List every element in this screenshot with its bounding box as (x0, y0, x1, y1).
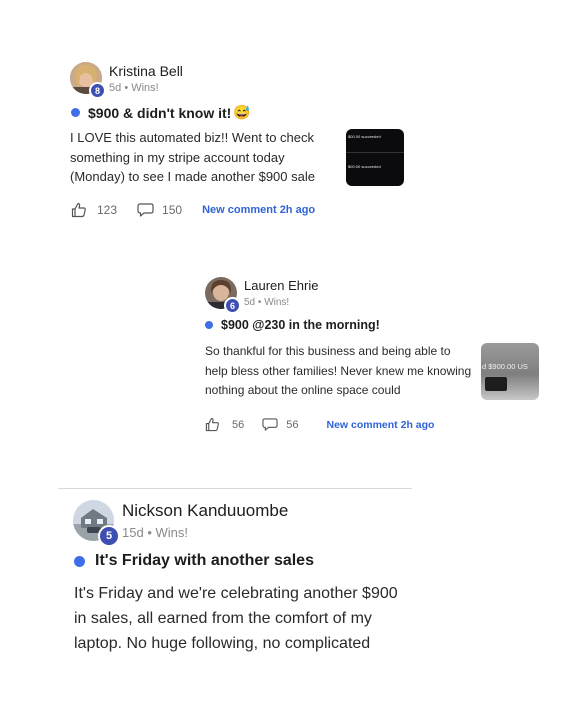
post-category[interactable]: Wins! (156, 525, 189, 540)
thumb-divider (346, 152, 404, 153)
like-count: 56 (232, 418, 245, 431)
divider (58, 488, 412, 489)
like-button[interactable]: 56 (205, 417, 260, 432)
avatar[interactable]: 8 (70, 62, 106, 99)
post-title-text: It's Friday with another sales (95, 552, 314, 569)
post-card-lauren-ehrie[interactable]: 6 Lauren Ehrie 5d • Wins! $900 @230 in t… (0, 240, 575, 450)
post-card-kristina-bell[interactable]: 8 Kristina Bell 5d • Wins! $900 & didn't… (0, 0, 575, 230)
post-title[interactable]: It's Friday with another sales (74, 552, 314, 570)
comment-icon (137, 203, 154, 217)
post-title-text: $900 & didn't know it! (88, 104, 232, 121)
post-thumbnail[interactable]: $00.00 succeeded $00.00 succeeded (346, 129, 404, 186)
like-count: 123 (97, 203, 118, 217)
post-title-text: $900 @230 in the morning! (221, 318, 380, 332)
separator: • (124, 82, 129, 94)
thumb-line: $00.00 succeeded (348, 134, 381, 139)
unread-dot (71, 108, 80, 117)
unread-dot (205, 321, 213, 329)
author-name[interactable]: Kristina Bell (109, 63, 183, 79)
post-actions: 56 56 New comment 2h ago (205, 417, 434, 432)
thumb-text: d $900.00 US (482, 362, 528, 371)
thumbs-up-icon (71, 202, 86, 218)
post-body[interactable]: It's Friday and we're celebrating anothe… (74, 581, 409, 656)
comment-button[interactable]: 56 (262, 417, 314, 432)
post-meta: 15d • Wins! (122, 525, 188, 540)
post-category[interactable]: Wins! (264, 297, 289, 308)
post-category[interactable]: Wins! (131, 82, 159, 94)
level-badge: 8 (89, 82, 106, 99)
post-thumbnail[interactable]: d $900.00 US (481, 343, 539, 400)
thumb-line: $00.00 succeeded (348, 164, 381, 169)
comment-count: 56 (286, 418, 299, 431)
new-comment-link[interactable]: New comment 2h ago (202, 204, 315, 216)
new-comment-link[interactable]: New comment 2h ago (327, 419, 435, 431)
separator: • (147, 525, 152, 540)
comment-icon (262, 418, 278, 431)
post-meta: 5d • Wins! (109, 82, 159, 94)
level-badge: 5 (98, 525, 120, 547)
sweat-smile-emoji: 😅 (233, 104, 251, 120)
avatar[interactable]: 5 (73, 500, 120, 547)
author-name[interactable]: Nickson Kanduuombe (122, 501, 288, 521)
avatar[interactable]: 6 (205, 277, 241, 314)
post-actions: 123 150 New comment 2h ago (71, 202, 315, 218)
separator: • (257, 297, 262, 308)
thumbs-up-icon (205, 417, 219, 432)
post-age: 5d (244, 297, 256, 308)
author-name[interactable]: Lauren Ehrie (244, 278, 318, 293)
unread-dot (74, 555, 85, 567)
post-title[interactable]: $900 @230 in the morning! (205, 318, 380, 332)
comment-button[interactable]: 150 (137, 202, 198, 218)
level-badge: 6 (224, 297, 241, 314)
comment-count: 150 (162, 203, 183, 217)
post-body[interactable]: I LOVE this automated biz!! Went to chec… (70, 128, 332, 187)
post-card-nickson-kanduuombe[interactable]: 5 Nickson Kanduuombe 15d • Wins! It's Fr… (0, 490, 575, 690)
post-age: 5d (109, 82, 122, 94)
post-meta: 5d • Wins! (244, 297, 289, 308)
post-body[interactable]: So thankful for this business and being … (205, 342, 475, 401)
post-age: 15d (122, 525, 144, 540)
like-button[interactable]: 123 (71, 202, 133, 218)
thumb-object (485, 377, 507, 391)
post-title[interactable]: $900 & didn't know it! 😅 (71, 104, 251, 121)
